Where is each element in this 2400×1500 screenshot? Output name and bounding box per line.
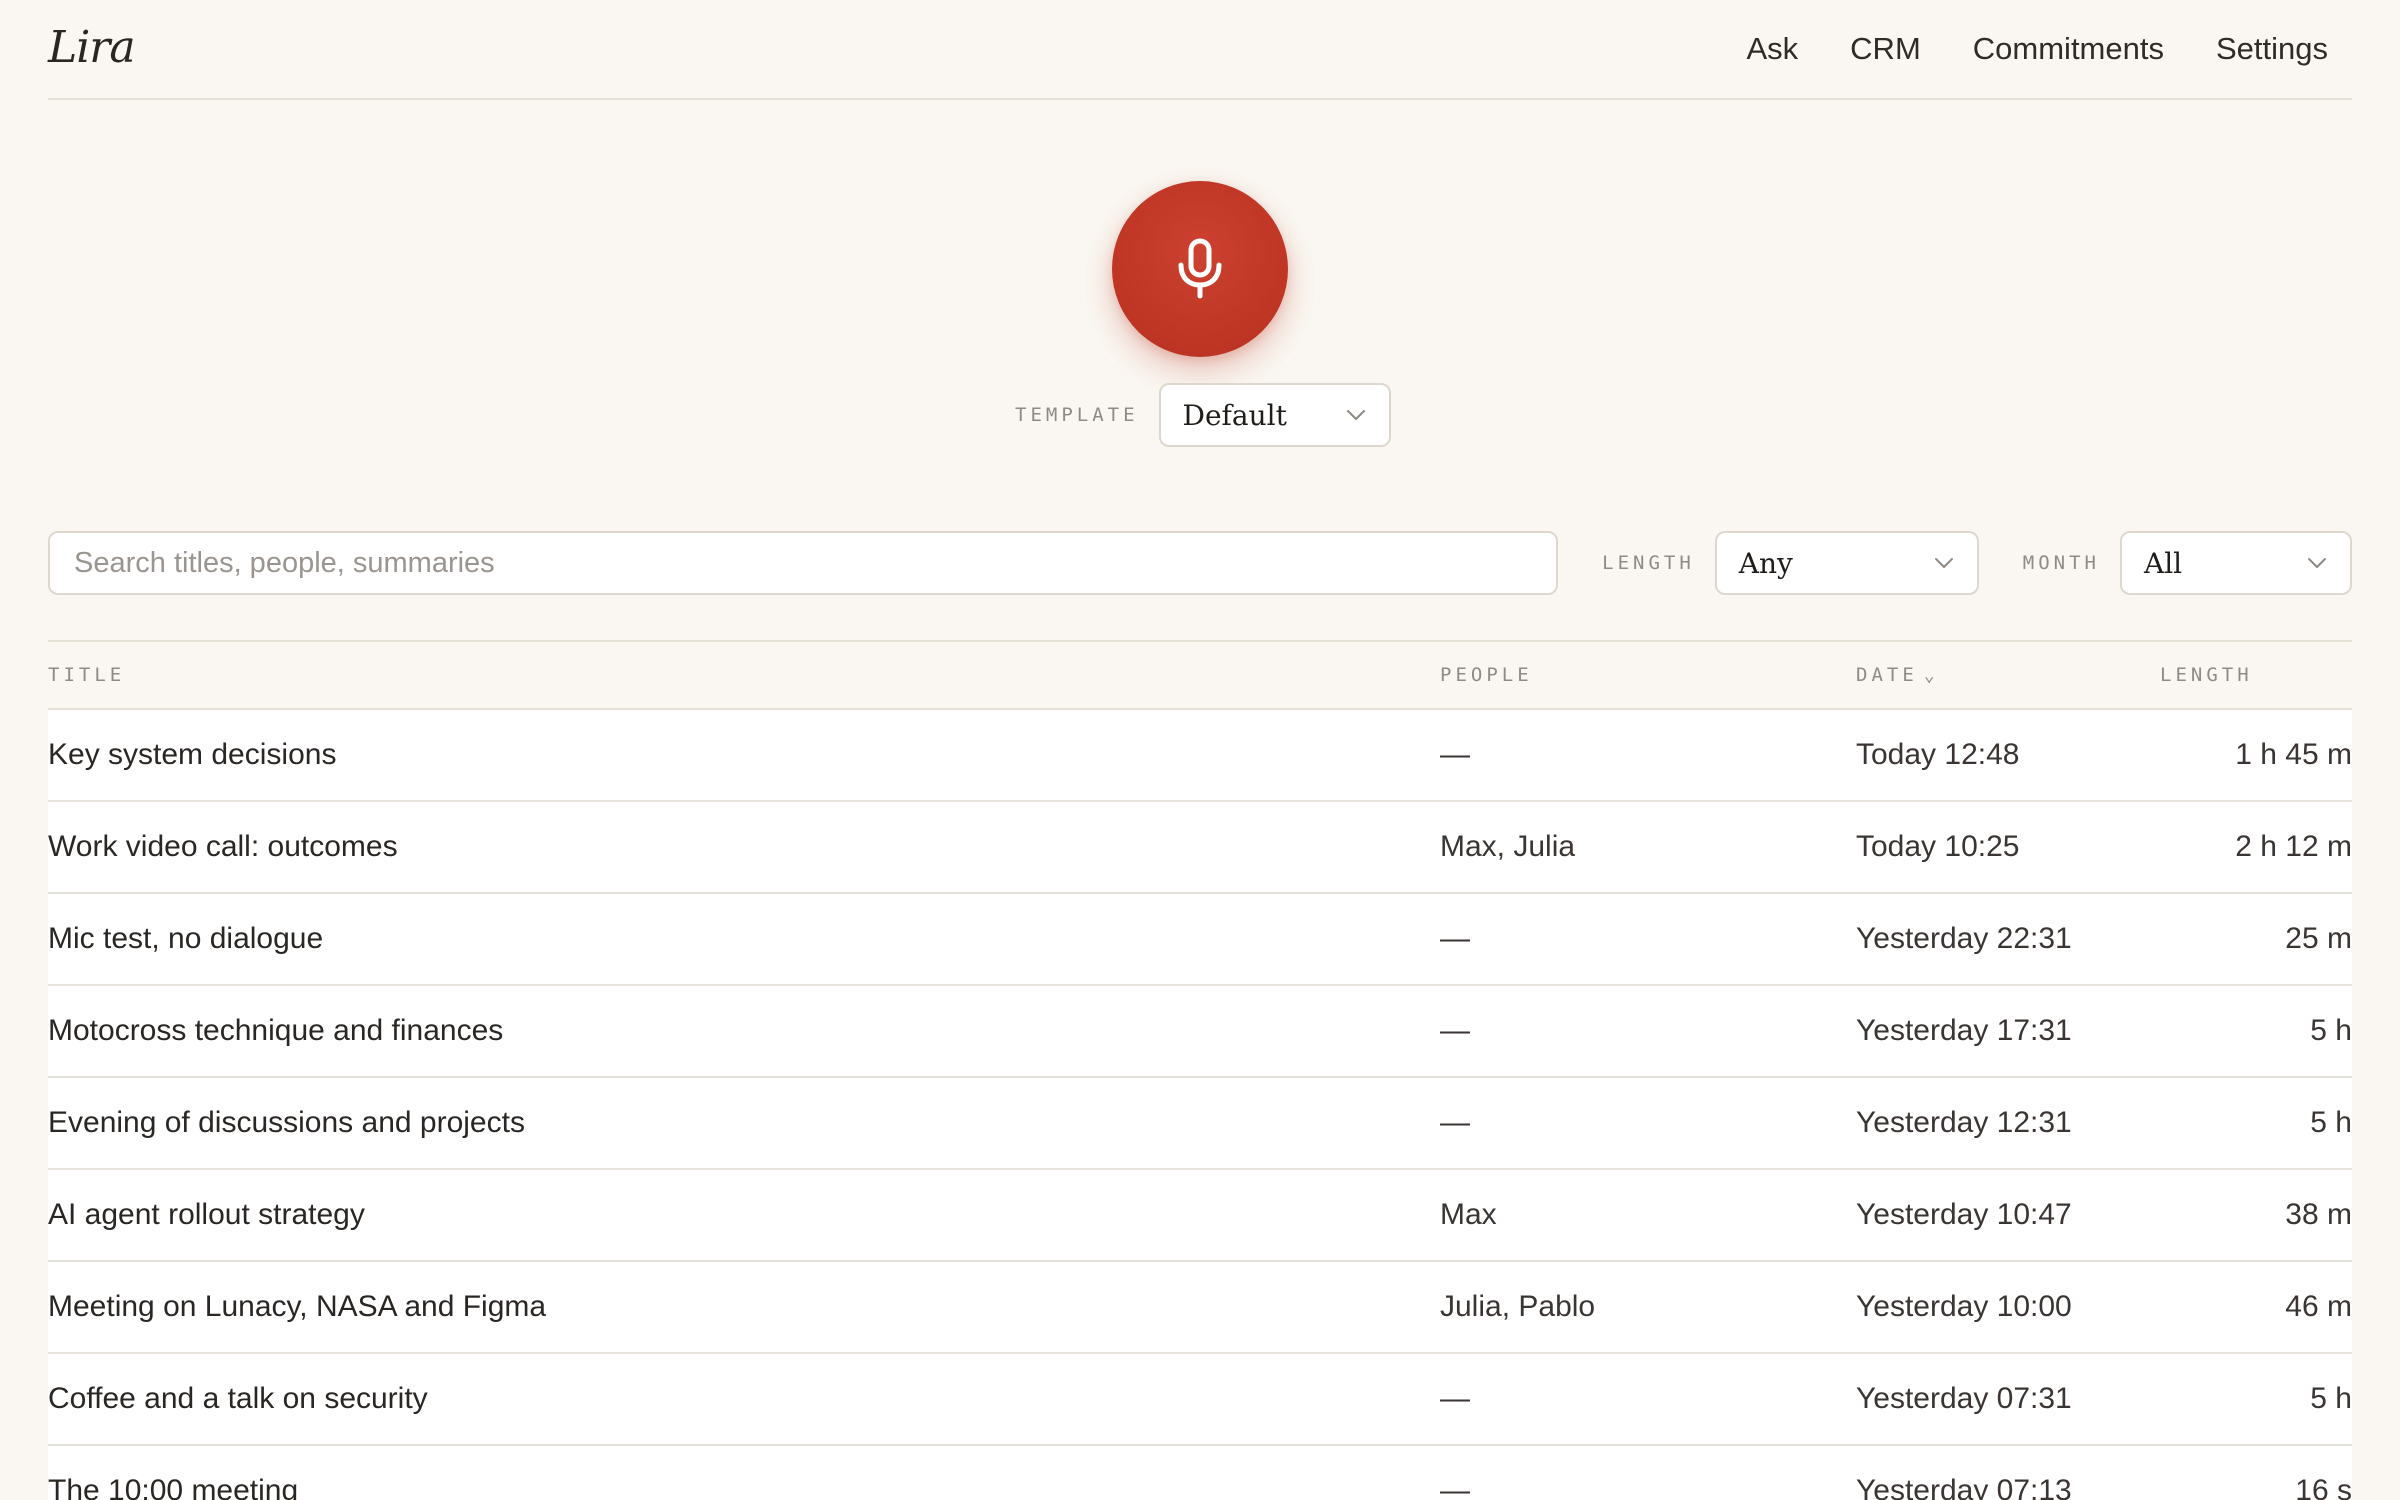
row-length: 1 h 45 m: [2235, 738, 2352, 771]
recordings-table: TITLE PEOPLE DATE ⌄ LENGTH Key system dec…: [48, 640, 2352, 1500]
length-select-value: Any: [1738, 546, 1793, 580]
row-people: —: [1440, 1382, 1470, 1415]
table-row[interactable]: Motocross technique and finances — Yeste…: [48, 986, 2352, 1078]
nav-ask[interactable]: Ask: [1746, 31, 1798, 67]
length-filter: LENGTH Any: [1602, 531, 1979, 595]
row-people: Julia, Pablo: [1440, 1290, 1596, 1323]
row-length: 46 m: [2285, 1290, 2352, 1323]
row-length: 38 m: [2285, 1198, 2352, 1231]
app-logo[interactable]: Lira: [48, 22, 136, 73]
row-title: Mic test, no dialogue: [48, 922, 324, 955]
row-length: 25 m: [2285, 922, 2352, 955]
chevron-down-icon: [1346, 410, 1365, 420]
row-title: Evening of discussions and projects: [48, 1106, 525, 1139]
template-select[interactable]: Default: [1158, 383, 1391, 447]
length-filter-label: LENGTH: [1602, 552, 1695, 574]
row-people: —: [1440, 1014, 1470, 1047]
table-row[interactable]: Work video call: outcomes Max, Julia Tod…: [48, 802, 2352, 894]
length-select[interactable]: Any: [1714, 531, 1979, 595]
row-date: Today 12:48: [1856, 738, 2020, 771]
template-value: Default: [1182, 398, 1287, 432]
record-button[interactable]: [1112, 181, 1288, 357]
row-date: Yesterday 10:00: [1856, 1290, 2072, 1323]
table-header: TITLE PEOPLE DATE ⌄ LENGTH: [48, 642, 2352, 710]
chevron-down-icon: [2308, 558, 2326, 568]
column-header-date-label: DATE: [1856, 664, 1918, 686]
row-title: Coffee and a talk on security: [48, 1382, 428, 1415]
row-people: Max, Julia: [1440, 830, 1576, 863]
row-title: Meeting on Lunacy, NASA and Figma: [48, 1290, 547, 1323]
template-label: TEMPLATE: [1015, 404, 1139, 426]
main-nav: Ask CRM Commitments Settings: [1746, 31, 2328, 67]
search-input[interactable]: [48, 531, 1559, 595]
record-area: [1112, 181, 1288, 357]
month-filter-label: MONTH: [2022, 552, 2100, 574]
row-length: 5 h: [2310, 1014, 2352, 1047]
table-row[interactable]: Key system decisions — Today 12:48 1 h 4…: [48, 710, 2352, 802]
row-people: Max: [1440, 1198, 1497, 1231]
row-length: 2 h 12 m: [2235, 830, 2352, 863]
table-row[interactable]: Coffee and a talk on security — Yesterda…: [48, 1354, 2352, 1446]
row-length: 5 h: [2310, 1106, 2352, 1139]
month-select[interactable]: All: [2120, 531, 2352, 595]
table-row[interactable]: Evening of discussions and projects — Ye…: [48, 1078, 2352, 1170]
row-title: Motocross technique and finances: [48, 1014, 504, 1047]
month-select-value: All: [2144, 546, 2183, 580]
page: Lira Ask CRM Commitments Settings TEMPLA…: [0, 0, 2400, 1500]
row-date: Yesterday 12:31: [1856, 1106, 2072, 1139]
column-header-people[interactable]: PEOPLE: [1440, 664, 1856, 686]
chevron-down-icon: [1934, 558, 1953, 568]
microphone-icon: [1178, 238, 1222, 299]
row-people: —: [1440, 1106, 1470, 1139]
row-length: 5 h: [2310, 1382, 2352, 1415]
month-filter: MONTH All: [2023, 531, 2352, 595]
table-row[interactable]: Meeting on Lunacy, NASA and Figma Julia,…: [48, 1262, 2352, 1354]
row-date: Today 10:25: [1856, 830, 2020, 863]
row-date: Yesterday 22:31: [1856, 922, 2072, 955]
row-date: Yesterday 07:13: [1856, 1474, 2072, 1500]
row-title: AI agent rollout strategy: [48, 1198, 365, 1231]
row-date: Yesterday 17:31: [1856, 1014, 2072, 1047]
row-people: —: [1440, 1474, 1470, 1500]
table-body: Key system decisions — Today 12:48 1 h 4…: [48, 710, 2352, 1500]
row-length: 16 s: [2295, 1474, 2352, 1500]
top-bar: Lira Ask CRM Commitments Settings: [48, 0, 2352, 100]
column-header-date[interactable]: DATE ⌄: [1856, 664, 2116, 686]
row-people: —: [1440, 738, 1470, 771]
filter-bar: LENGTH Any MONTH All: [48, 531, 2352, 595]
column-header-title[interactable]: TITLE: [48, 664, 1440, 686]
nav-settings[interactable]: Settings: [2216, 31, 2328, 67]
row-people: —: [1440, 922, 1470, 955]
nav-crm[interactable]: CRM: [1850, 31, 1921, 67]
row-title: Work video call: outcomes: [48, 830, 398, 863]
row-title: The 10:00 meeting: [48, 1474, 299, 1500]
table-row[interactable]: Mic test, no dialogue — Yesterday 22:31 …: [48, 894, 2352, 986]
table-row[interactable]: The 10:00 meeting — Yesterday 07:13 16 s: [48, 1446, 2352, 1500]
row-date: Yesterday 10:47: [1856, 1198, 2072, 1231]
sort-desc-icon: ⌄: [1923, 665, 1939, 686]
row-title: Key system decisions: [48, 738, 337, 771]
table-row[interactable]: AI agent rollout strategy Max Yesterday …: [48, 1170, 2352, 1262]
column-header-length[interactable]: LENGTH: [2116, 664, 2352, 686]
row-date: Yesterday 07:31: [1856, 1382, 2072, 1415]
nav-commitments[interactable]: Commitments: [1973, 31, 2164, 67]
template-row: TEMPLATE Default: [1015, 383, 1391, 447]
